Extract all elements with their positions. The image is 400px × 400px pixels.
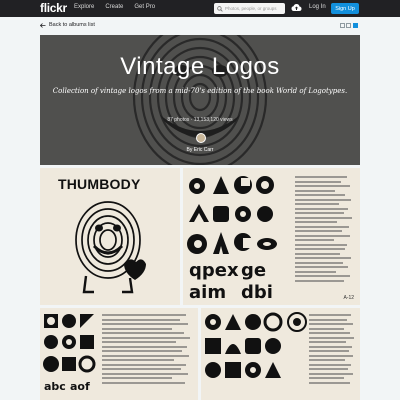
album-title: Vintage Logos bbox=[120, 53, 280, 80]
svg-text:aim: aim bbox=[189, 282, 226, 303]
svg-text:qpex: qpex bbox=[189, 260, 239, 281]
search-icon bbox=[217, 5, 223, 12]
album-owner[interactable]: By Eric Carr bbox=[40, 147, 360, 153]
nav-link-create[interactable]: Create bbox=[105, 4, 123, 10]
svg-text:dbi: dbi bbox=[241, 282, 273, 303]
owner-avatar[interactable] bbox=[196, 133, 206, 143]
nav-link-get-pro[interactable]: Get Pro bbox=[134, 4, 155, 10]
thumb-character-illustration bbox=[75, 201, 146, 294]
signup-button[interactable]: Sign Up bbox=[331, 3, 359, 14]
photo-logo-sheet-a12[interactable]: qpex ge aim dbi A-12 bbox=[183, 168, 360, 305]
svg-text:ge: ge bbox=[241, 260, 266, 281]
svg-text:abc: abc bbox=[44, 380, 66, 393]
justified-view-icon[interactable] bbox=[353, 23, 358, 28]
logo-index-text-3 bbox=[102, 314, 192, 386]
upload-cloud-icon[interactable] bbox=[291, 3, 302, 13]
back-to-albums-link[interactable]: Back to albums list bbox=[40, 22, 95, 28]
photo-logo-sheet-3[interactable]: abc aof bbox=[40, 308, 198, 400]
nav-link-explore[interactable]: Explore bbox=[74, 4, 94, 10]
flickr-logo[interactable]: flickr bbox=[40, 1, 67, 15]
arrow-left-icon bbox=[40, 22, 46, 28]
album-description: Collection of vintage logos from a mid-7… bbox=[52, 87, 348, 95]
svg-text:aof: aof bbox=[70, 380, 90, 393]
photo-thumbody[interactable]: THUMBODY bbox=[40, 168, 180, 305]
login-link[interactable]: Log In bbox=[309, 4, 326, 10]
top-navigation: flickr Explore Create Get Pro Log In Sig… bbox=[0, 0, 400, 17]
album-stats: 87 photos · 13,153,120 views bbox=[167, 117, 233, 123]
back-label: Back to albums list bbox=[49, 22, 95, 28]
logo-index-text-4 bbox=[309, 314, 355, 386]
logo-index-text bbox=[295, 176, 353, 284]
plate-number: A-12 bbox=[343, 295, 354, 301]
nav-links: Explore Create Get Pro bbox=[74, 4, 166, 10]
list-view-icon[interactable] bbox=[346, 23, 351, 28]
grid-view-icon[interactable] bbox=[340, 23, 345, 28]
photo-logo-sheet-4[interactable] bbox=[201, 308, 360, 400]
album-cover: Vintage Logos Collection of vintage logo… bbox=[40, 35, 360, 165]
search-box[interactable] bbox=[214, 3, 285, 14]
search-input[interactable] bbox=[225, 6, 285, 11]
